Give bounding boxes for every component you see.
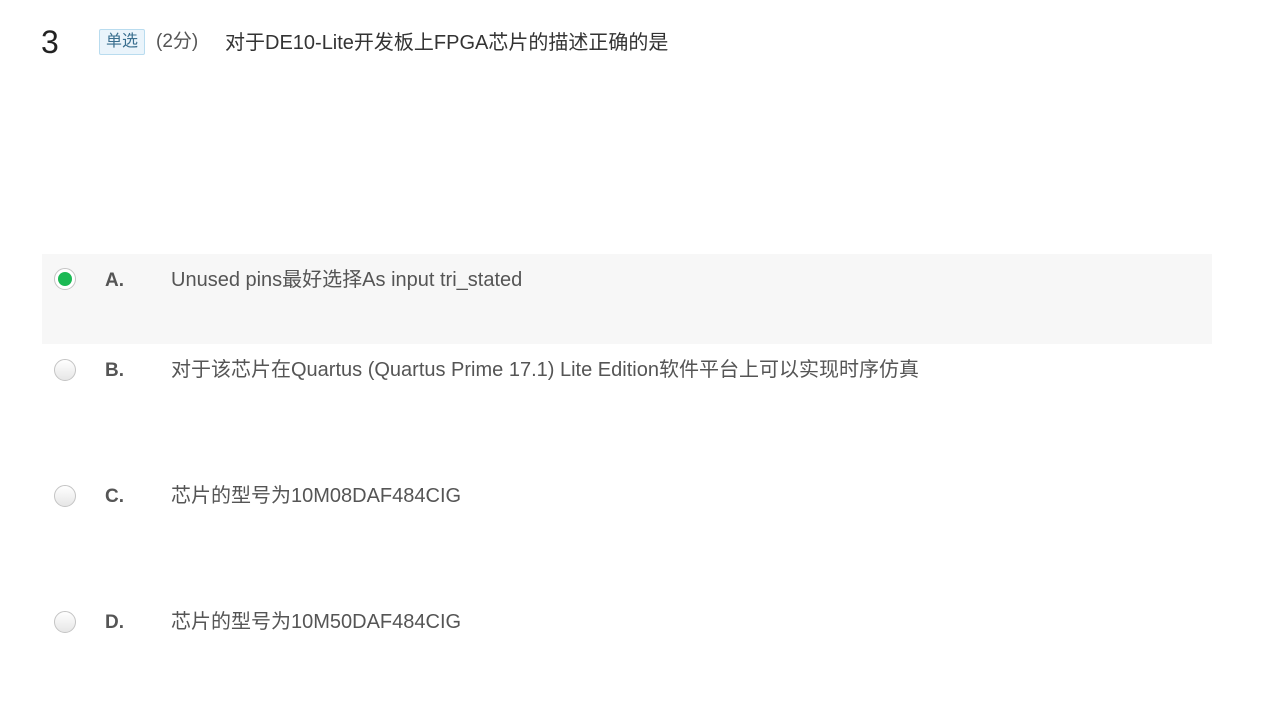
option-b[interactable]: B. 对于该芯片在Quartus (Quartus Prime 17.1) Li…	[42, 344, 1212, 470]
radio-option-a[interactable]	[54, 268, 76, 290]
question-header: 3 单选 (2分) 对于DE10-Lite开发板上FPGA芯片的描述正确的是	[0, 0, 1276, 90]
question-type-badge: 单选	[99, 29, 146, 55]
option-c-letter: C.	[105, 486, 124, 507]
radio-option-c[interactable]	[54, 485, 76, 507]
option-b-letter: B.	[105, 360, 124, 381]
question-number: 3	[41, 24, 59, 60]
question-stem: 对于DE10-Lite开发板上FPGA芯片的描述正确的是	[225, 32, 669, 54]
radio-option-b[interactable]	[54, 359, 76, 381]
option-d[interactable]: D. 芯片的型号为10M50DAF484CIG	[42, 596, 1212, 686]
option-c-text: 芯片的型号为10M08DAF484CIG	[171, 485, 462, 507]
option-d-text: 芯片的型号为10M50DAF484CIG	[171, 611, 462, 633]
option-b-text: 对于该芯片在Quartus (Quartus Prime 17.1) Lite …	[171, 359, 919, 381]
option-a-text: Unused pins最好选择As input tri_stated	[171, 269, 523, 291]
option-d-letter: D.	[105, 612, 124, 633]
question-score: (2分)	[156, 31, 199, 52]
option-a-letter: A.	[105, 270, 124, 291]
radio-option-d[interactable]	[54, 611, 76, 633]
option-c[interactable]: C. 芯片的型号为10M08DAF484CIG	[42, 470, 1212, 596]
option-a[interactable]: A. Unused pins最好选择As input tri_stated	[42, 254, 1212, 344]
